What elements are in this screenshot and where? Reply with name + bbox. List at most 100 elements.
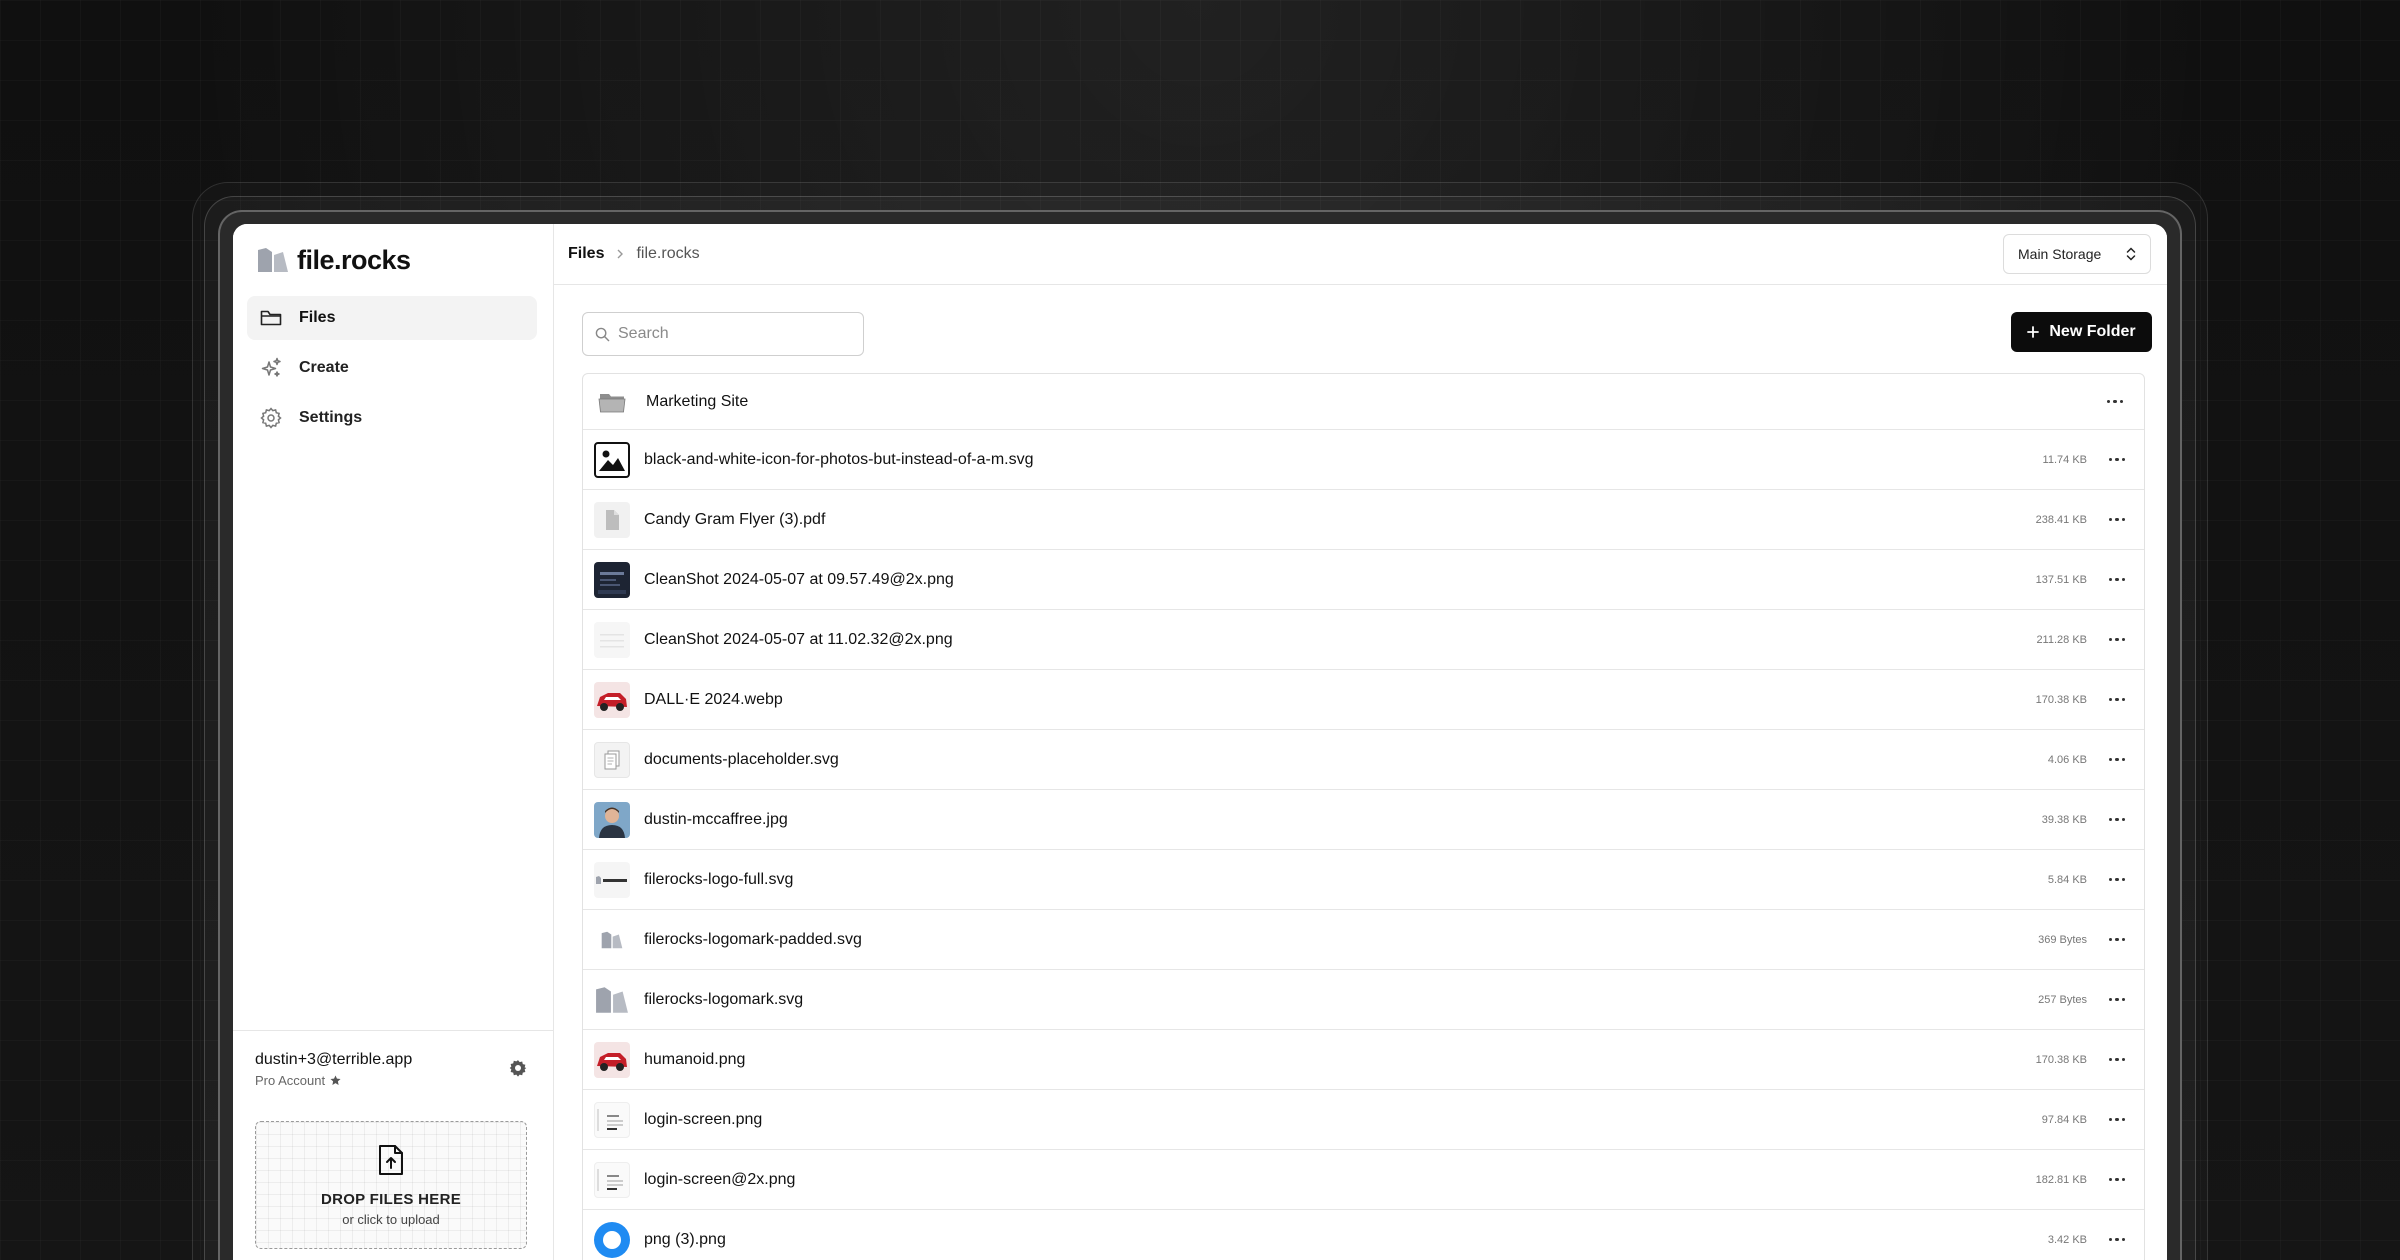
more-options-icon[interactable] xyxy=(2103,450,2131,470)
file-row[interactable]: dustin-mccaffree.jpg 39.38 KB xyxy=(583,790,2144,850)
file-row[interactable]: filerocks-logomark-padded.svg 369 Bytes xyxy=(583,910,2144,970)
file-size: 369 Bytes xyxy=(2038,933,2087,946)
more-options-icon[interactable] xyxy=(2103,570,2131,590)
sidebar-item-create[interactable]: Create xyxy=(247,346,537,390)
file-size: 238.41 KB xyxy=(2035,513,2087,526)
file-name: CleanShot 2024-05-07 at 09.57.49@2x.png xyxy=(644,570,954,588)
bw-photo-thumbnail xyxy=(594,441,630,478)
search-icon xyxy=(595,327,610,341)
dropzone-title: DROP FILES HERE xyxy=(320,1191,462,1208)
sidebar-item-label: Settings xyxy=(299,409,363,426)
pdf-thumbnail xyxy=(594,501,630,538)
file-size: 170.38 KB xyxy=(2035,1053,2087,1066)
folder-icon xyxy=(594,384,630,420)
more-options-icon[interactable] xyxy=(2103,870,2131,890)
file-size: 3.42 KB xyxy=(2047,1233,2087,1246)
file-row[interactable]: login-screen@2x.png 182.81 KB xyxy=(583,1150,2144,1210)
file-name: DALL·E 2024.webp xyxy=(644,690,783,708)
folder-icon xyxy=(260,310,282,326)
chevron-right-icon xyxy=(617,249,624,259)
file-name: Candy Gram Flyer (3).pdf xyxy=(644,510,826,528)
file-row[interactable]: Candy Gram Flyer (3).pdf 238.41 KB xyxy=(583,490,2144,550)
upload-dropzone[interactable]: DROP FILES HERE or click to upload xyxy=(255,1121,527,1249)
more-options-icon[interactable] xyxy=(2103,990,2131,1010)
sidebar-item-settings[interactable]: Settings xyxy=(247,396,537,440)
file-name: png (3).png xyxy=(644,1230,726,1248)
brand[interactable]: file.rocks xyxy=(257,240,411,280)
file-row[interactable]: humanoid.png 170.38 KB xyxy=(583,1030,2144,1090)
more-options-icon[interactable] xyxy=(2101,392,2129,412)
more-options-icon[interactable] xyxy=(2103,930,2131,950)
file-name: CleanShot 2024-05-07 at 11.02.32@2x.png xyxy=(644,630,953,648)
sidebar-item-label: Files xyxy=(299,309,336,326)
file-name: filerocks-logomark.svg xyxy=(644,990,804,1008)
more-options-icon[interactable] xyxy=(2103,1230,2131,1250)
logomark-padded-thumbnail xyxy=(594,921,630,958)
filerocks-logo-icon xyxy=(258,248,288,272)
blue-circle-thumbnail xyxy=(594,1221,630,1258)
file-row[interactable]: CleanShot 2024-05-07 at 09.57.49@2x.png … xyxy=(583,550,2144,610)
file-row[interactable]: filerocks-logo-full.svg 5.84 KB xyxy=(583,850,2144,910)
sparkles-icon xyxy=(261,357,281,377)
dark-screenshot-thumbnail xyxy=(594,561,630,598)
file-name: dustin-mccaffree.jpg xyxy=(644,810,788,828)
more-options-icon[interactable] xyxy=(2103,1050,2131,1070)
search-box[interactable] xyxy=(582,312,864,356)
light-screenshot-thumbnail xyxy=(594,621,630,658)
file-name: filerocks-logo-full.svg xyxy=(644,870,794,888)
logomark-thumbnail xyxy=(594,981,630,1018)
file-row[interactable]: filerocks-logomark.svg 257 Bytes xyxy=(583,970,2144,1030)
search-input[interactable] xyxy=(618,325,848,343)
star-icon xyxy=(330,1075,341,1085)
more-options-icon[interactable] xyxy=(2103,810,2131,830)
main-panel: Files file.rocks Main Storage Search New… xyxy=(554,224,2167,1260)
file-size: 97.84 KB xyxy=(2041,1113,2087,1126)
plus-icon xyxy=(2027,326,2040,338)
account-plan-label: Pro Account xyxy=(255,1073,326,1088)
breadcrumb-root[interactable]: Files xyxy=(568,245,604,263)
file-size: 11.74 KB xyxy=(2042,453,2087,466)
account-info: dustin+3@terrible.app Pro Account xyxy=(255,1051,412,1088)
file-row[interactable]: black-and-white-icon-for-photos-but-inst… xyxy=(583,430,2144,490)
more-options-icon[interactable] xyxy=(2103,1110,2131,1130)
file-row[interactable]: png (3).png 3.42 KB xyxy=(583,1210,2144,1260)
folder-row[interactable]: Marketing Site xyxy=(583,374,2144,430)
more-options-icon[interactable] xyxy=(2103,630,2131,650)
app-window: file.rocks Files Create Settings dustin+… xyxy=(233,224,2167,1260)
dropzone-subtitle: or click to upload xyxy=(342,1212,440,1227)
more-options-icon[interactable] xyxy=(2103,690,2131,710)
account-settings-icon[interactable] xyxy=(509,1059,527,1077)
red-car-thumbnail xyxy=(594,681,630,718)
file-size: 5.84 KB xyxy=(2047,873,2087,886)
file-row[interactable]: documents-placeholder.svg 4.06 KB xyxy=(583,730,2144,790)
red-car-thumbnail xyxy=(594,1041,630,1078)
sidebar-item-files[interactable]: Files xyxy=(247,296,537,340)
file-size: 211.28 KB xyxy=(2036,633,2087,646)
gear-icon xyxy=(260,407,282,429)
storage-select[interactable]: Main Storage xyxy=(2003,234,2151,274)
storage-select-value: Main Storage xyxy=(2018,246,2102,262)
account-plan: Pro Account xyxy=(255,1073,412,1088)
file-row[interactable]: CleanShot 2024-05-07 at 11.02.32@2x.png … xyxy=(583,610,2144,670)
login-screen-thumbnail xyxy=(594,1101,630,1138)
file-size: 257 Bytes xyxy=(2038,993,2087,1006)
sidebar-footer: dustin+3@terrible.app Pro Account DROP F… xyxy=(233,1030,553,1260)
file-name: documents-placeholder.svg xyxy=(644,750,839,768)
toolbar: New Folder xyxy=(554,285,2167,373)
file-size: 4.06 KB xyxy=(2047,753,2087,766)
more-options-icon[interactable] xyxy=(2103,1170,2131,1190)
file-size: 137.51 KB xyxy=(2035,573,2087,586)
file-size: 39.38 KB xyxy=(2041,813,2087,826)
more-options-icon[interactable] xyxy=(2103,510,2131,530)
sidebar-item-label: Create xyxy=(299,359,349,376)
file-name: humanoid.png xyxy=(644,1050,746,1068)
file-name: login-screen.png xyxy=(644,1110,763,1128)
logo-full-thumbnail xyxy=(594,861,630,898)
new-folder-label: New Folder xyxy=(2049,323,2136,340)
file-row[interactable]: login-screen.png 97.84 KB xyxy=(583,1090,2144,1150)
chevron-up-down-icon xyxy=(2126,247,2136,261)
new-folder-button[interactable]: New Folder xyxy=(2011,312,2152,352)
sidebar-nav: Files Create Settings xyxy=(247,296,537,446)
file-row[interactable]: DALL·E 2024.webp 170.38 KB xyxy=(583,670,2144,730)
more-options-icon[interactable] xyxy=(2103,750,2131,770)
